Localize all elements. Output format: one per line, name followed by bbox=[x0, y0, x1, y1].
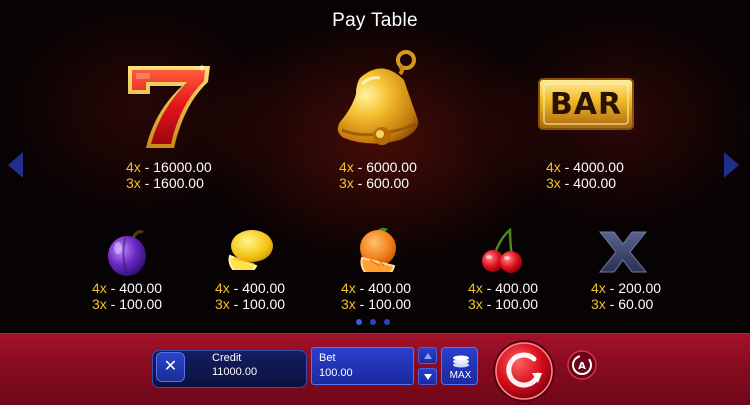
paytable-cherry: 4x - 400.00 3x - 100.00 bbox=[468, 280, 538, 312]
chevron-up-icon bbox=[424, 353, 432, 359]
payline-4x: 4x - 400.00 bbox=[468, 280, 539, 296]
paytable-orange: 4x - 400.00 3x - 100.00 bbox=[341, 280, 411, 312]
payline-3x: 3x - 400.00 bbox=[546, 175, 617, 191]
autoplay-button[interactable]: A bbox=[567, 350, 597, 380]
next-page-arrow-icon[interactable] bbox=[724, 152, 739, 178]
page-dot-3[interactable] bbox=[384, 319, 390, 325]
bar-icon-label: BAR bbox=[549, 87, 623, 122]
spin-icon bbox=[493, 340, 555, 402]
bet-field[interactable]: Bet 100.00 bbox=[311, 347, 414, 385]
payline-3x: 3x - 1600.00 bbox=[126, 175, 204, 191]
bar-icon: BAR bbox=[538, 78, 634, 130]
coins-icon bbox=[453, 355, 469, 368]
paytable-seven: 4x - 16000.00 3x - 1600.00 bbox=[126, 159, 212, 191]
page-dot-2[interactable] bbox=[370, 319, 376, 325]
payline-4x: 4x - 200.00 bbox=[591, 280, 662, 296]
chevron-down-icon bbox=[424, 374, 432, 380]
pagination-dots bbox=[352, 319, 398, 327]
orange-icon bbox=[352, 226, 404, 272]
payline-3x: 3x - 100.00 bbox=[215, 296, 286, 312]
payline-4x: 4x - 400.00 bbox=[215, 280, 286, 296]
bet-label: Bet bbox=[319, 352, 336, 364]
payline-3x: 3x - 100.00 bbox=[468, 296, 539, 312]
payline-3x: 3x - 100.00 bbox=[92, 296, 163, 312]
page-title: Pay Table bbox=[332, 10, 418, 31]
paytable-bar: 4x - 4000.00 3x - 400.00 bbox=[546, 159, 624, 191]
max-label: MAX bbox=[449, 370, 472, 381]
autoplay-icon: A bbox=[567, 350, 597, 380]
paytable-x: 4x - 200.00 3x - 60.00 bbox=[591, 280, 661, 312]
svg-text:A: A bbox=[578, 361, 586, 372]
max-bet-button[interactable]: MAX bbox=[441, 347, 478, 385]
plum-icon bbox=[103, 228, 151, 278]
credit-value: 11000.00 bbox=[212, 366, 258, 378]
credit-label: Credit bbox=[212, 352, 242, 364]
spin-button[interactable] bbox=[492, 339, 556, 403]
bell-icon bbox=[330, 50, 426, 150]
bet-increase-button[interactable] bbox=[418, 347, 437, 364]
payline-4x: 4x - 16000.00 bbox=[126, 159, 212, 175]
x-icon bbox=[596, 230, 650, 274]
bet-decrease-button[interactable] bbox=[418, 368, 437, 385]
payline-4x: 4x - 400.00 bbox=[92, 280, 163, 296]
close-button[interactable]: ✕ bbox=[156, 352, 185, 382]
bet-value: 100.00 bbox=[319, 367, 353, 379]
payline-4x: 4x - 4000.00 bbox=[546, 159, 624, 175]
previous-page-arrow-icon[interactable] bbox=[8, 152, 23, 178]
paytable-lemon: 4x - 400.00 3x - 100.00 bbox=[215, 280, 285, 312]
seven-icon bbox=[120, 60, 216, 152]
payline-3x: 3x - 100.00 bbox=[341, 296, 412, 312]
payline-4x: 4x - 6000.00 bbox=[339, 159, 417, 175]
cherry-icon bbox=[480, 228, 524, 274]
page-dot-1[interactable] bbox=[356, 319, 362, 325]
payline-3x: 3x - 60.00 bbox=[591, 296, 654, 312]
paytable-plum: 4x - 400.00 3x - 100.00 bbox=[92, 280, 162, 312]
payline-4x: 4x - 400.00 bbox=[341, 280, 412, 296]
paytable-bell: 4x - 6000.00 3x - 600.00 bbox=[339, 159, 417, 191]
pay-table-screen: Pay Table BAR 4x - 16000.00 3x - 1600.00… bbox=[0, 0, 750, 405]
payline-3x: 3x - 600.00 bbox=[339, 175, 410, 191]
lemon-icon bbox=[226, 228, 276, 270]
